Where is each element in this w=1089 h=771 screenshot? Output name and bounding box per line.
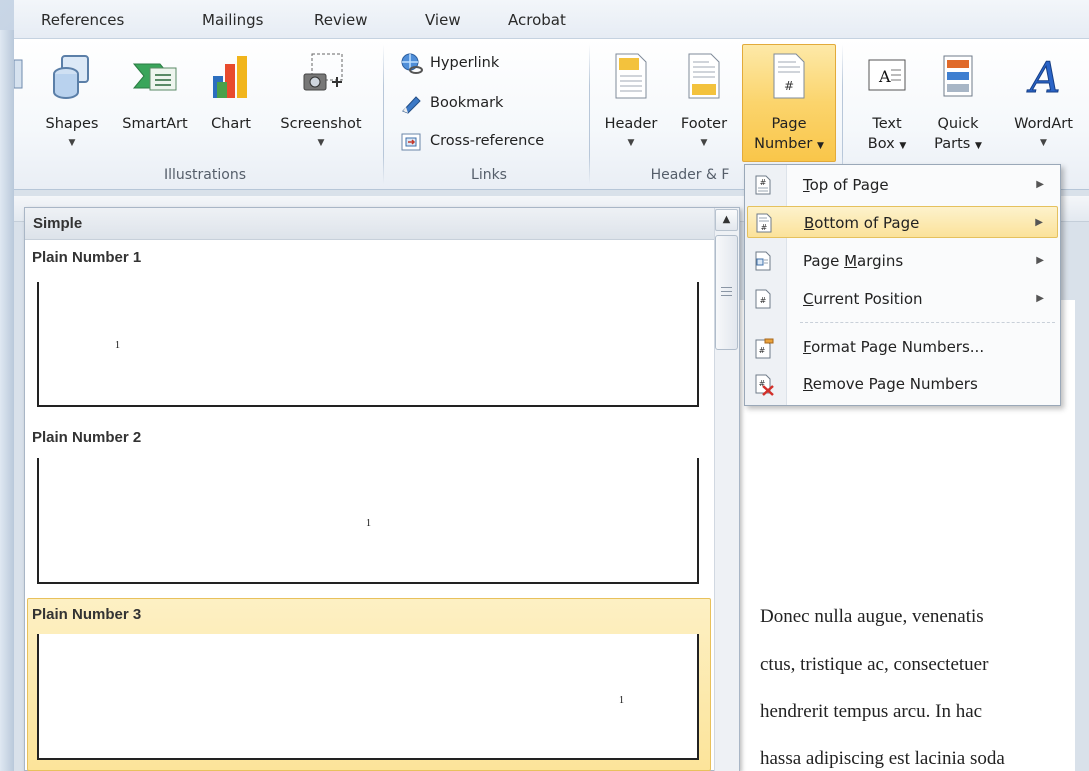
submenu-arrow-icon: ▶ bbox=[1036, 255, 1044, 266]
gallery-category-header: Simple bbox=[25, 208, 715, 240]
chevron-down-icon: ▼ bbox=[1040, 138, 1047, 148]
svg-text:#: # bbox=[761, 223, 768, 232]
hyperlink-button[interactable]: Hyperlink bbox=[400, 50, 499, 76]
submenu-arrow-icon: ▶ bbox=[1036, 293, 1044, 304]
smartart-label: SmartArt bbox=[122, 116, 188, 132]
header-footer-group-label: Header & F bbox=[650, 167, 730, 183]
wordart-icon: A bbox=[1025, 53, 1060, 101]
page-number-label-1: Page bbox=[771, 116, 807, 132]
document-text-line[interactable]: hassa adipiscing est lacinia soda bbox=[760, 744, 1075, 771]
gallery-item-title: Plain Number 2 bbox=[32, 429, 142, 446]
document-text-line[interactable]: Donec nulla augue, venenatis bbox=[760, 602, 1075, 632]
menu-item-bottom-of-page[interactable]: # Bottom of Page ▶ bbox=[747, 206, 1058, 238]
links-group-label: Links bbox=[471, 167, 507, 183]
scroll-thumb[interactable] bbox=[715, 235, 738, 350]
menu-item-top-of-page[interactable]: # Top of Page ▶ bbox=[747, 169, 1058, 201]
text-box-icon: A bbox=[868, 59, 906, 91]
document-text-line[interactable]: ctus, tristique ac, consectetuer bbox=[760, 650, 1075, 680]
gallery-item-plain-number-1[interactable] bbox=[37, 282, 699, 407]
tab-acrobat[interactable]: Acrobat bbox=[508, 6, 566, 34]
header-label: Header bbox=[604, 116, 658, 132]
menu-separator bbox=[800, 322, 1055, 323]
wordart-label: WordArt bbox=[1014, 116, 1073, 132]
grip-icon bbox=[721, 291, 732, 292]
footer-label: Footer bbox=[680, 116, 728, 132]
shapes-icon bbox=[53, 55, 89, 99]
bookmark-label: Bookmark bbox=[430, 95, 504, 111]
page-number-icon: # bbox=[773, 53, 805, 99]
footer-icon bbox=[688, 53, 720, 99]
group-divider bbox=[842, 44, 843, 184]
chevron-down-icon: ▼ bbox=[68, 138, 76, 148]
gallery-item-plain-number-3[interactable] bbox=[37, 634, 699, 760]
chart-icon bbox=[213, 56, 247, 98]
page-number-preview: 1 bbox=[366, 518, 371, 529]
page-number-preview: 1 bbox=[619, 695, 624, 706]
smartart-icon bbox=[132, 63, 177, 91]
group-divider bbox=[589, 44, 590, 184]
menu-item-page-margins[interactable]: Page Margins ▶ bbox=[747, 245, 1058, 277]
document-text-line[interactable]: hendrerit tempus arcu. In hac bbox=[760, 697, 1075, 727]
page-number-label-2: Number ▼ bbox=[754, 136, 824, 152]
illustrations-group-label: Illustrations bbox=[163, 167, 246, 183]
page-number-preview: 1 bbox=[115, 340, 120, 351]
current-position-icon: # bbox=[755, 289, 771, 309]
chevron-down-icon: ▼ bbox=[700, 138, 708, 148]
submenu-arrow-icon: ▶ bbox=[1036, 179, 1044, 190]
window-edge bbox=[0, 30, 14, 771]
partial-icon bbox=[14, 59, 23, 89]
svg-text:#: # bbox=[759, 346, 766, 355]
svg-text:#: # bbox=[760, 296, 767, 305]
menu-item-remove-page-numbers[interactable]: # Remove Page Numbers bbox=[747, 368, 1058, 400]
tab-mailings[interactable]: Mailings bbox=[202, 6, 263, 34]
cross-reference-button[interactable]: Cross-reference bbox=[400, 128, 544, 154]
group-divider bbox=[383, 44, 384, 184]
hyperlink-icon bbox=[401, 53, 423, 74]
quick-parts-icon bbox=[943, 55, 973, 97]
svg-text:A: A bbox=[878, 67, 891, 86]
top-of-page-icon: # bbox=[755, 175, 771, 195]
cross-reference-label: Cross-reference bbox=[430, 133, 545, 149]
quick-parts-label-1: Quick bbox=[937, 116, 979, 132]
chart-label: Chart bbox=[211, 116, 251, 132]
screenshot-label: Screenshot bbox=[280, 116, 362, 132]
gallery-item-title: Plain Number 1 bbox=[32, 249, 142, 266]
text-box-label-1: Text bbox=[872, 116, 902, 132]
triangle-up-icon: ▲ bbox=[722, 214, 731, 225]
header-icon bbox=[615, 53, 647, 99]
bookmark-icon bbox=[402, 96, 421, 114]
submenu-arrow-icon: ▶ bbox=[1035, 217, 1043, 228]
tab-review[interactable]: Review bbox=[314, 6, 368, 34]
svg-text:#: # bbox=[760, 178, 767, 187]
shapes-label: Shapes bbox=[45, 116, 99, 132]
page-margins-icon bbox=[755, 251, 771, 271]
format-page-numbers-icon: # bbox=[755, 338, 774, 359]
chevron-down-icon: ▼ bbox=[627, 138, 635, 148]
hyperlink-label: Hyperlink bbox=[430, 55, 500, 71]
text-box-label-2: Box ▼ bbox=[867, 136, 907, 152]
bookmark-button[interactable]: Bookmark bbox=[400, 90, 503, 116]
quick-parts-label-2: Parts ▼ bbox=[934, 136, 982, 152]
screenshot-icon bbox=[303, 53, 343, 91]
bottom-of-page-icon: # bbox=[756, 213, 772, 233]
tab-view[interactable]: View bbox=[425, 6, 461, 34]
scroll-up-button[interactable]: ▲ bbox=[715, 209, 738, 231]
remove-page-numbers-icon: # bbox=[755, 374, 774, 396]
menu-item-format-page-numbers[interactable]: # Format Page Numbers... bbox=[747, 331, 1058, 363]
svg-text:#: # bbox=[784, 79, 794, 93]
chevron-down-icon: ▼ bbox=[317, 138, 325, 148]
tab-references[interactable]: References bbox=[41, 6, 124, 34]
cross-reference-icon bbox=[401, 133, 421, 151]
menu-item-current-position[interactable]: # Current Position ▶ bbox=[747, 283, 1058, 315]
grip-icon bbox=[721, 287, 732, 288]
svg-text:A: A bbox=[1026, 53, 1060, 100]
gallery-item-title: Plain Number 3 bbox=[32, 606, 142, 623]
grip-icon bbox=[721, 295, 732, 296]
